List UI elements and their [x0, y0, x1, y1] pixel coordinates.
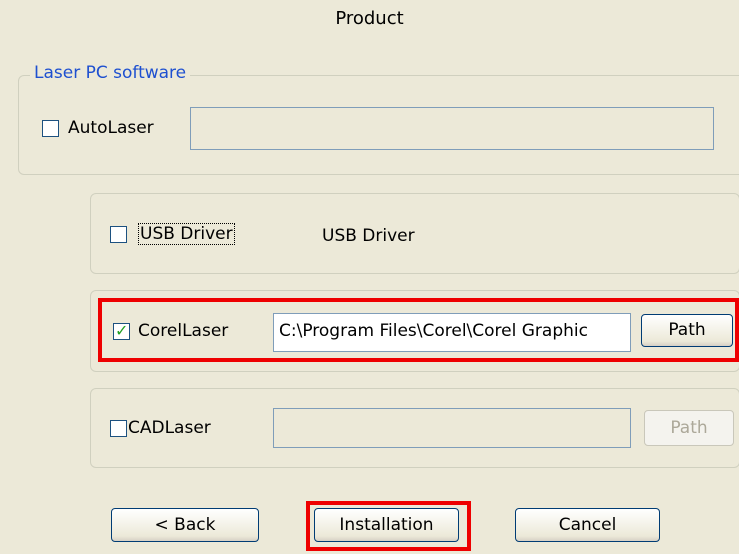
dialog-title: Product — [335, 8, 404, 29]
cadlaser-checkbox[interactable] — [110, 420, 127, 437]
checkmark-icon: ✓ — [115, 321, 129, 340]
installation-button[interactable]: Installation — [314, 508, 459, 542]
corellaser-label[interactable]: CorelLaser — [138, 321, 228, 341]
corellaser-path-field[interactable]: C:\Program Files\Corel\Corel Graphic — [273, 313, 631, 352]
autolaser-checkbox[interactable] — [42, 120, 59, 137]
corellaser-checkbox[interactable]: ✓ — [113, 321, 130, 340]
usb-driver-description: USB Driver — [322, 226, 415, 246]
cadlaser-label[interactable]: CADLaser — [128, 418, 211, 438]
cancel-button[interactable]: Cancel — [515, 508, 660, 542]
cadlaser-path-field — [273, 408, 631, 448]
corellaser-path-button[interactable]: Path — [641, 314, 733, 347]
usb-driver-label[interactable]: USB Driver — [138, 223, 235, 245]
usb-driver-checkbox[interactable] — [110, 226, 127, 243]
back-button[interactable]: < Back — [111, 508, 259, 542]
group-legend: Laser PC software — [30, 63, 191, 83]
autolaser-path-field — [190, 107, 714, 150]
autolaser-label[interactable]: AutoLaser — [68, 118, 154, 138]
cadlaser-path-button[interactable]: Path — [644, 410, 734, 446]
